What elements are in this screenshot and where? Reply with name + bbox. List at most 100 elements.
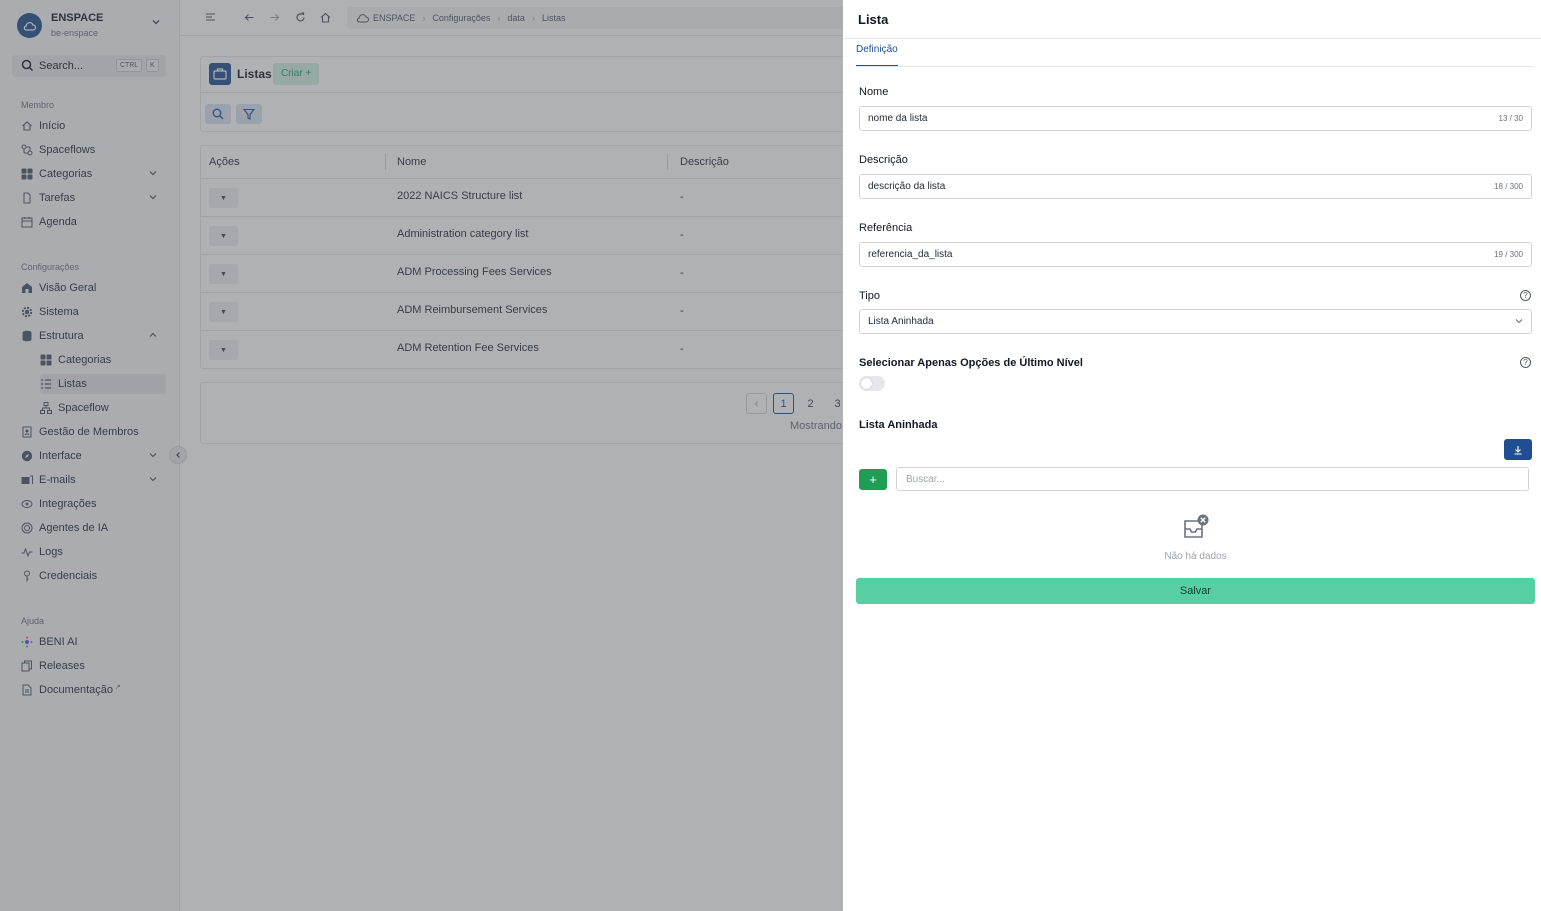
- download-button[interactable]: [1504, 439, 1532, 460]
- chevron-down-icon: [148, 192, 158, 205]
- table-row[interactable]: ▼ 2022 NAICS Structure list -: [201, 179, 859, 217]
- row-description: -: [680, 267, 684, 279]
- sidebar-item-tarefas[interactable]: Tarefas: [21, 188, 166, 208]
- description-label: Descrição: [859, 154, 908, 166]
- drawer-title: Lista: [858, 12, 889, 27]
- sidebar-item-sistema[interactable]: Sistema: [21, 302, 166, 322]
- row-actions-button[interactable]: ▼: [209, 226, 238, 246]
- table-row[interactable]: ▼ ADM Reimbursement Services -: [201, 293, 859, 331]
- description-field[interactable]: descrição da lista 18 / 300: [859, 174, 1532, 199]
- row-actions-button[interactable]: ▼: [209, 264, 238, 284]
- section-member: Membro: [21, 100, 55, 110]
- search-button[interactable]: [205, 104, 231, 124]
- prev-page-button[interactable]: ‹: [746, 393, 767, 414]
- column-header[interactable]: Descrição: [680, 156, 729, 168]
- sidebar-item-credenciais[interactable]: Credenciais: [21, 566, 166, 586]
- sidebar-item-label: Spaceflows: [39, 144, 96, 156]
- sidebar-item-agentes-ia[interactable]: Agentes de IA: [21, 518, 166, 538]
- breadcrumb-item[interactable]: Configurações: [432, 13, 490, 23]
- kbd-ctrl: CTRL: [116, 59, 143, 72]
- cloud-icon: [356, 13, 369, 23]
- sidebar-item-logs[interactable]: Logs: [21, 542, 166, 562]
- nested-list-label: Lista Aninhada: [859, 419, 938, 431]
- name-value: nome da lista: [868, 113, 928, 124]
- row-name: Administration category list: [397, 228, 529, 240]
- sidebar-item-label: Início: [39, 120, 66, 132]
- back-arrow-icon[interactable]: [244, 12, 255, 26]
- filter-button[interactable]: [236, 104, 262, 124]
- chevron-down-icon: [151, 17, 161, 30]
- sidebar-item-spaceflows[interactable]: Spaceflows: [21, 140, 166, 160]
- help-icon[interactable]: ?: [1520, 357, 1531, 368]
- page-button[interactable]: 1: [773, 393, 794, 414]
- add-item-button[interactable]: +: [859, 469, 887, 490]
- sidebar-item-label: Integrações: [39, 498, 97, 510]
- pagination: ‹ 1 2 3 Mostrando: [200, 382, 860, 444]
- table-row[interactable]: ▼ ADM Retention Fee Services -: [201, 331, 859, 369]
- section-help: Ajuda: [21, 616, 45, 626]
- row-name: ADM Retention Fee Services: [397, 342, 539, 354]
- sidebar-item-visao-geral[interactable]: Visão Geral: [21, 278, 166, 298]
- reference-char-count: 19 / 300: [1494, 250, 1523, 259]
- sidebar-item-label: Interface: [39, 450, 82, 462]
- save-button[interactable]: Salvar: [856, 578, 1535, 604]
- sidebar-item-interface[interactable]: Interface: [21, 446, 166, 466]
- refresh-icon[interactable]: [295, 12, 306, 26]
- row-actions-button[interactable]: ▼: [209, 340, 238, 360]
- home-icon[interactable]: [320, 12, 331, 26]
- forward-arrow-icon[interactable]: [269, 12, 280, 26]
- sidebar: ENSPACE be-enspace Search... CTRL K Memb…: [0, 0, 180, 911]
- last-level-label: Selecionar Apenas Opções de Último Nível: [859, 357, 1083, 369]
- page-button[interactable]: 2: [800, 393, 821, 414]
- sidebar-item-beni-ai[interactable]: BENI AI: [21, 632, 166, 652]
- reference-field[interactable]: referencia_da_lista 19 / 300: [859, 242, 1532, 267]
- releases-icon: [21, 660, 33, 672]
- breadcrumb-item[interactable]: ENSPACE: [373, 13, 415, 23]
- sidebar-item-integracoes[interactable]: Integrações: [21, 494, 166, 514]
- row-actions-button[interactable]: ▼: [209, 302, 238, 322]
- external-link-icon: ↗: [115, 684, 121, 691]
- type-select[interactable]: Lista Aninhada: [859, 309, 1532, 334]
- column-header[interactable]: Nome: [397, 156, 426, 168]
- beni-icon: [21, 636, 33, 648]
- table-header: Ações Nome Descrição: [201, 146, 859, 179]
- sidebar-item-releases[interactable]: Releases: [21, 656, 166, 676]
- sidebar-item-label: Estrutura: [39, 330, 84, 342]
- ai-agent-icon: [21, 522, 33, 534]
- sidebar-item-categorias[interactable]: Categorias: [21, 164, 166, 184]
- row-actions-button[interactable]: ▼: [209, 188, 238, 208]
- sidebar-item-gestao-membros[interactable]: Gestão de Membros: [21, 422, 166, 442]
- tab-definicao[interactable]: Definição: [856, 44, 898, 67]
- create-button[interactable]: Criar +: [273, 63, 320, 85]
- sidebar-item-inicio[interactable]: Início: [21, 116, 166, 136]
- global-search[interactable]: Search... CTRL K: [12, 55, 166, 77]
- database-icon: [21, 330, 33, 342]
- sidebar-item-label: BENI AI: [39, 636, 78, 648]
- sidebar-item-emails[interactable]: E-mails: [21, 470, 166, 490]
- workspace-switcher[interactable]: ENSPACE be-enspace: [17, 10, 167, 40]
- sidebar-item-agenda[interactable]: Agenda: [21, 212, 166, 232]
- sidebar-item-label: Visão Geral: [39, 282, 97, 294]
- breadcrumb-item[interactable]: data: [507, 13, 525, 23]
- table-row[interactable]: ▼ Administration category list -: [201, 217, 859, 255]
- section-config: Configurações: [21, 262, 80, 272]
- name-field[interactable]: nome da lista 13 / 30: [859, 106, 1532, 131]
- collapse-sidebar-button[interactable]: [169, 446, 187, 464]
- description-value: descrição da lista: [868, 181, 946, 192]
- help-icon[interactable]: ?: [1520, 290, 1531, 301]
- gear-icon: [21, 306, 33, 318]
- name-char-count: 13 / 30: [1498, 114, 1523, 123]
- sidebar-item-estrutura-categorias[interactable]: Categorias: [40, 350, 166, 370]
- chevron-right-icon: ›: [531, 13, 535, 23]
- sidebar-item-label: Spaceflow: [58, 402, 109, 414]
- divider: [843, 38, 1541, 39]
- last-level-toggle[interactable]: [859, 376, 885, 391]
- nested-search-input[interactable]: [896, 467, 1529, 491]
- sidebar-item-documentacao[interactable]: Documentação ↗: [21, 680, 166, 700]
- table-row[interactable]: ▼ ADM Processing Fees Services -: [201, 255, 859, 293]
- sidebar-item-estrutura[interactable]: Estrutura: [21, 326, 166, 346]
- sidebar-item-listas[interactable]: Listas: [40, 374, 166, 394]
- sidebar-toggle-icon[interactable]: [205, 12, 216, 26]
- sidebar-item-spaceflow[interactable]: Spaceflow: [40, 398, 166, 418]
- breadcrumb-item[interactable]: Listas: [542, 13, 566, 23]
